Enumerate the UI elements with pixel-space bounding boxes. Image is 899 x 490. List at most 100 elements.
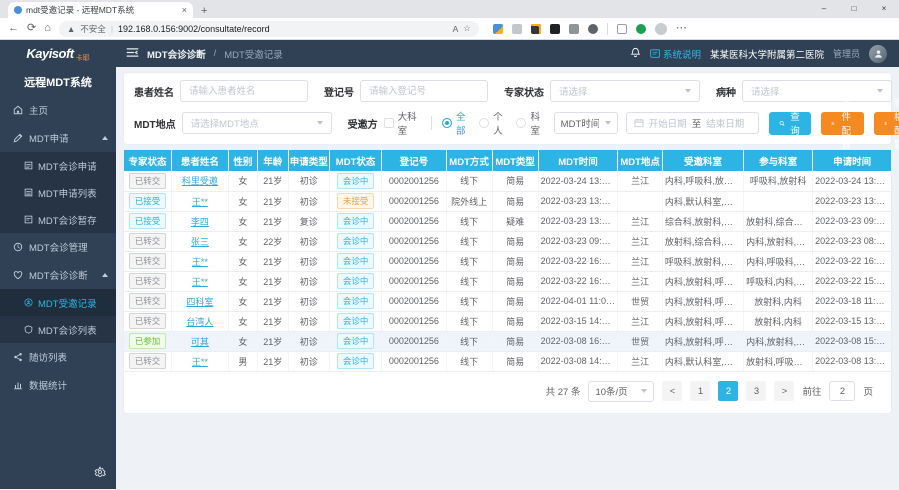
cell-gender: 男 bbox=[228, 351, 257, 371]
browser-tab[interactable]: mdt受邀记录 - 远程MDT系统 × bbox=[8, 2, 193, 18]
patient-name-link[interactable]: 张三 bbox=[191, 237, 209, 247]
patient-name-link[interactable]: 王** bbox=[192, 257, 208, 267]
patient-name-link[interactable]: 王** bbox=[192, 357, 208, 367]
sidebar-item-mdt-apply[interactable]: MDT申请 bbox=[0, 124, 116, 152]
cell-mdt-location: 兰江 bbox=[618, 251, 662, 271]
page-number[interactable]: 2 bbox=[718, 381, 738, 401]
cell-gender: 女 bbox=[228, 251, 257, 271]
tab-close-icon[interactable]: × bbox=[182, 5, 187, 15]
sidebar-item-mdt-diagnose[interactable]: MDT会诊诊断 bbox=[0, 261, 116, 289]
sidebar-item-label: MDT申请 bbox=[29, 131, 69, 145]
header-right: 系统说明 某某医科大学附属第二医院 管理员 bbox=[630, 45, 887, 63]
sidebar-item-mdt-draft[interactable]: MDT会诊暂存 bbox=[0, 206, 116, 233]
window-close-button[interactable]: × bbox=[869, 0, 899, 17]
sidebar-item-followup-list[interactable]: 随访列表 bbox=[0, 343, 116, 371]
user-avatar[interactable] bbox=[869, 45, 887, 63]
radio-all[interactable]: 全部 bbox=[442, 109, 469, 137]
extension-icon[interactable] bbox=[493, 24, 503, 34]
mdt-location-select[interactable]: 请选择MDT地点 bbox=[182, 112, 332, 134]
search-button[interactable]: 查询 bbox=[769, 112, 812, 135]
favorite-star-icon[interactable]: ☆ bbox=[463, 23, 471, 34]
table-row: 已转交 王** 男 21岁 初诊 会诊中 0002001256 线下 简易 20… bbox=[124, 351, 891, 371]
sidebar-item-mdt-invite-record[interactable]: MDT受邀记录 bbox=[0, 289, 116, 316]
expert-status-select[interactable]: 请选择 bbox=[550, 80, 700, 102]
settings-gear-icon[interactable] bbox=[94, 465, 106, 483]
sidebar-item-mdt-manage[interactable]: MDT会诊管理 bbox=[0, 233, 116, 261]
sidebar-item-label: MDT会诊列表 bbox=[38, 323, 97, 337]
read-aloud-icon[interactable]: A bbox=[453, 24, 459, 34]
sidebar-item-label: MDT受邀记录 bbox=[38, 296, 97, 310]
extension-icon[interactable] bbox=[512, 24, 522, 34]
prev-page-button[interactable]: < bbox=[662, 381, 682, 401]
cell-mdt-type: 简易 bbox=[492, 331, 538, 351]
sidebar-item-statistics[interactable]: 数据统计 bbox=[0, 371, 116, 399]
radio-dept[interactable]: 科室 bbox=[516, 109, 543, 137]
more-menu-icon[interactable]: ⋯ bbox=[676, 23, 687, 34]
page-size-select[interactable]: 10条/页 bbox=[588, 381, 654, 402]
window-controls: – □ × bbox=[809, 0, 899, 17]
reload-icon[interactable]: ⟳ bbox=[27, 23, 36, 34]
split-screen-icon[interactable] bbox=[617, 24, 627, 34]
window-restore-button[interactable]: □ bbox=[839, 0, 869, 17]
screen: mdt受邀记录 - 远程MDT系统 × + – □ × ← ⟳ ⌂ ▲ 不安全 … bbox=[0, 0, 899, 490]
cell-apply-time: 2022-03-22 15:57:03 bbox=[813, 271, 891, 291]
patient-name-link[interactable]: 科里受邀 bbox=[182, 176, 218, 186]
logo-text: Kayisoft bbox=[26, 46, 73, 61]
disease-select[interactable]: 请选择 bbox=[742, 80, 892, 102]
collapse-sidebar-icon[interactable] bbox=[126, 45, 139, 63]
cell-mdt-mode: 线下 bbox=[446, 331, 492, 351]
sidebar-item-mdt-consult-apply[interactable]: MDT会诊申请 bbox=[0, 152, 116, 179]
radio-personal[interactable]: 个人 bbox=[479, 109, 506, 137]
chevron-down-icon bbox=[317, 121, 323, 125]
goto-page-input[interactable] bbox=[829, 381, 855, 401]
patient-name-link[interactable]: 李四 bbox=[191, 217, 209, 227]
browser-profile-avatar[interactable] bbox=[655, 23, 667, 35]
sliders-icon bbox=[831, 119, 835, 128]
extension-icon[interactable] bbox=[531, 24, 541, 34]
sidebar-item-label: MDT会诊暂存 bbox=[38, 213, 97, 227]
breadcrumb-current: MDT受邀记录 bbox=[224, 47, 283, 61]
sidebar-item-home[interactable]: 主页 bbox=[0, 96, 116, 124]
condition-config-label: 条件配置 bbox=[839, 95, 854, 151]
extension-icon[interactable] bbox=[550, 24, 560, 34]
new-tab-button[interactable]: + bbox=[201, 4, 207, 18]
home-icon[interactable]: ⌂ bbox=[44, 23, 51, 34]
sync-icon[interactable] bbox=[588, 24, 598, 34]
extension-icon[interactable] bbox=[636, 24, 646, 34]
breadcrumb-parent[interactable]: MDT会诊诊断 bbox=[147, 47, 206, 61]
extension-icon[interactable] bbox=[569, 24, 579, 34]
cell-age: 21岁 bbox=[257, 271, 288, 291]
sidebar-item-mdt-apply-list[interactable]: MDT申请列表 bbox=[0, 179, 116, 206]
cell-mdt-type: 简易 bbox=[492, 311, 538, 331]
page-number[interactable]: 3 bbox=[746, 381, 766, 401]
register-no-input[interactable] bbox=[360, 80, 488, 102]
date-range-picker[interactable]: 开始日期 至 结束日期 bbox=[626, 112, 759, 134]
patient-name-input[interactable] bbox=[180, 80, 308, 102]
window-minimize-button[interactable]: – bbox=[809, 0, 839, 17]
bar-chart-icon bbox=[13, 380, 23, 390]
big-dept-checkbox[interactable] bbox=[384, 118, 394, 128]
table-config-button[interactable]: 表格配置 bbox=[874, 112, 899, 135]
sidebar-item-label: MDT会诊申请 bbox=[38, 159, 97, 173]
patient-name-link[interactable]: 可其 bbox=[191, 337, 209, 347]
url-field[interactable]: ▲ 不安全 | 192.168.0.156:9002/consultate/re… bbox=[59, 21, 479, 37]
patient-name-link[interactable]: 王** bbox=[192, 197, 208, 207]
condition-config-button[interactable]: 条件配置 bbox=[821, 112, 864, 135]
cell-age: 21岁 bbox=[257, 351, 288, 371]
notification-bell-icon[interactable] bbox=[630, 45, 641, 63]
app-window: Kayisoft 卡耶 远程MDT系统 主页 MDT申请 MDT会诊申请 bbox=[0, 40, 899, 489]
patient-name-link[interactable]: 台湾人 bbox=[186, 317, 213, 327]
sidebar-item-mdt-consult-list[interactable]: MDT会诊列表 bbox=[0, 316, 116, 343]
patient-name-link[interactable]: 四科室 bbox=[186, 297, 213, 307]
cell-mdt-location: 兰江 bbox=[618, 211, 662, 231]
next-page-button[interactable]: > bbox=[774, 381, 794, 401]
table-row: 已参加 可其 女 21岁 初诊 会诊中 0002001256 线下 简易 202… bbox=[124, 331, 891, 351]
cell-age: 21岁 bbox=[257, 171, 288, 191]
system-doc-link[interactable]: 系统说明 bbox=[650, 47, 701, 61]
patient-name-link[interactable]: 王** bbox=[192, 277, 208, 287]
back-icon[interactable]: ← bbox=[8, 23, 19, 34]
mdt-time-select[interactable]: MDT时间 bbox=[554, 112, 618, 134]
cell-mdt-mode: 线下 bbox=[446, 251, 492, 271]
page-number[interactable]: 1 bbox=[690, 381, 710, 401]
cell-mdt-time: 2022-03-22 16:50:00 bbox=[538, 271, 618, 291]
